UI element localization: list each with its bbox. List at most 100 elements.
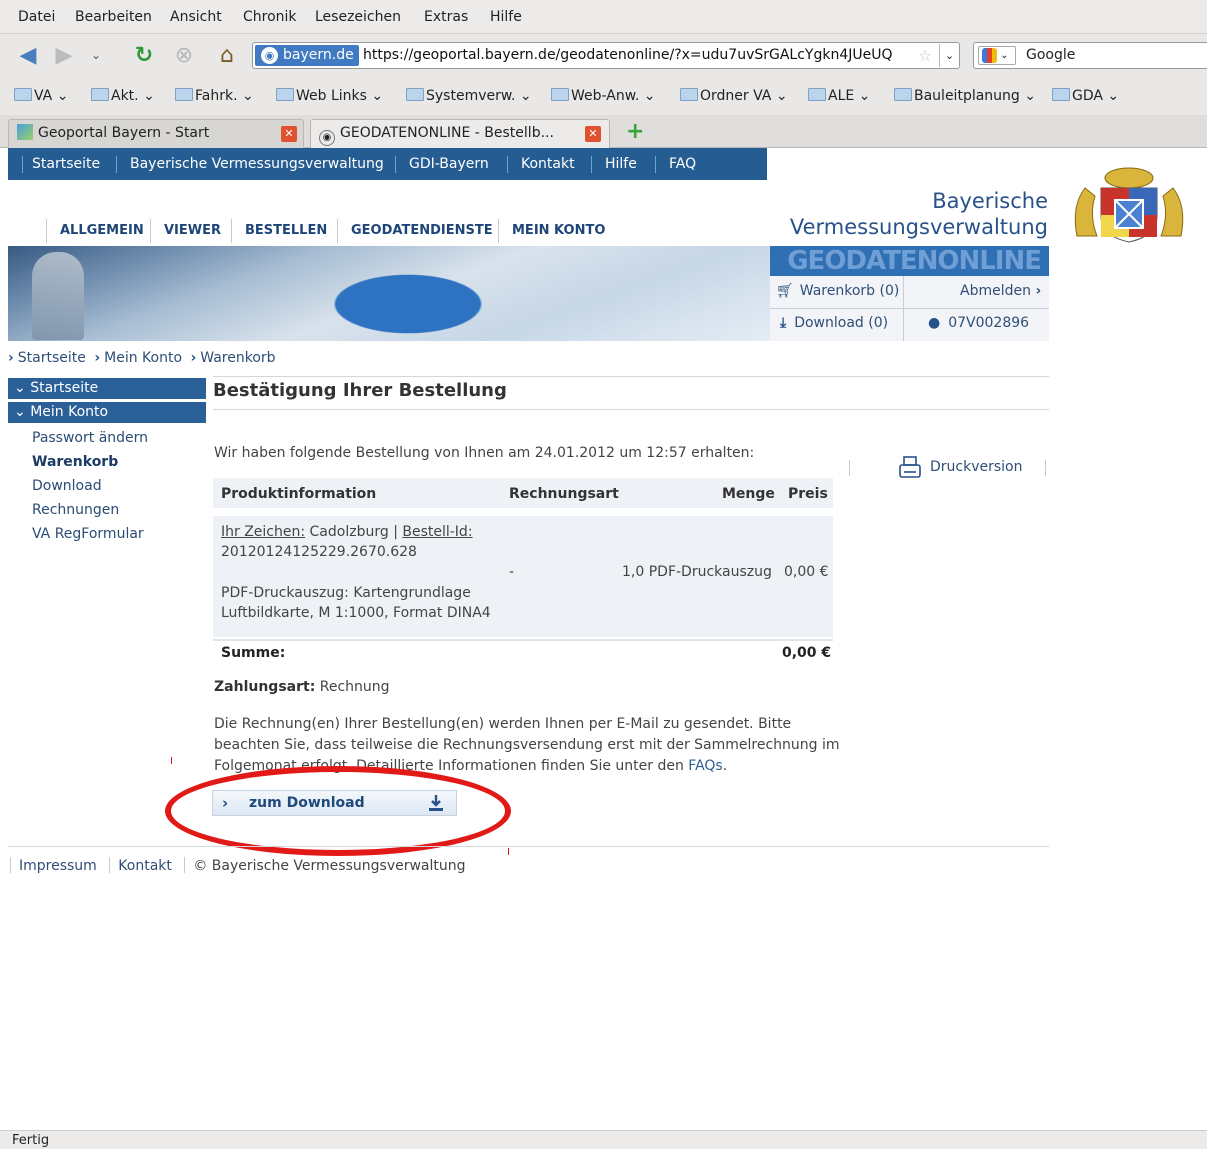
top-navigation: Startseite Bayerische Vermessungsverwalt… xyxy=(8,148,767,180)
bookmark-web-anw[interactable]: Web-Anw. ⌄ xyxy=(551,88,656,104)
bookmark-va[interactable]: VA ⌄ xyxy=(14,88,68,104)
preis-value: 0,00 € xyxy=(784,564,829,580)
user-account[interactable]: ● 07V002896 xyxy=(928,315,1029,331)
back-icon[interactable]: ◀ xyxy=(14,42,42,68)
brand-line-2: Vermessungsverwaltung xyxy=(789,215,1048,239)
invoice-notice: Die Rechnung(en) Ihrer Bestellung(en) we… xyxy=(214,716,840,774)
topnav-hilfe[interactable]: Hilfe xyxy=(605,156,637,172)
download-link[interactable]: ⤓ Download (0) xyxy=(780,315,888,331)
site-identity-badge[interactable]: ◉ bayern.de xyxy=(255,45,359,66)
topnav-startseite[interactable]: Startseite xyxy=(32,156,100,172)
mainnav-allgemein[interactable]: ALLGEMEIN xyxy=(60,223,144,238)
sidebar-item-va-regformular[interactable]: VA RegFormular xyxy=(8,522,206,546)
topnav-gdi-bayern[interactable]: GDI-Bayern xyxy=(409,156,489,172)
payment-value: Rechnung xyxy=(319,679,390,695)
chevron-right-icon: › xyxy=(8,350,14,366)
mainnav-bestellen[interactable]: BESTELLEN xyxy=(245,223,327,238)
brand-title: Bayerische Vermessungsverwaltung xyxy=(790,188,1048,240)
menu-hilfe[interactable]: Hilfe xyxy=(490,9,522,25)
topnav-faq[interactable]: FAQ xyxy=(669,156,696,172)
footer-kontakt[interactable]: Kontakt xyxy=(118,858,172,874)
bookmark-bauleitplanung[interactable]: Bauleitplanung ⌄ xyxy=(894,88,1036,104)
chevron-right-icon: › xyxy=(1035,283,1042,299)
sidebar-section-startseite[interactable]: ⌄ Startseite xyxy=(8,378,206,399)
search-engine-selector[interactable]: ⌄ xyxy=(978,46,1016,65)
sum-value: 0,00 € xyxy=(782,645,832,661)
topnav-vermessungsverwaltung[interactable]: Bayerische Vermessungsverwaltung xyxy=(130,156,384,172)
sidebar-item-passwort[interactable]: Passwort ändern xyxy=(8,426,206,450)
forward-icon[interactable]: ▶ xyxy=(50,42,78,68)
banner-person-image xyxy=(32,252,84,340)
folder-icon xyxy=(894,88,912,101)
download-icon xyxy=(429,795,443,811)
bestell-id-value: 20120124125229.2670.628 xyxy=(221,544,417,560)
identity-eye-icon: ◉ xyxy=(261,47,278,64)
sidebar-item-download[interactable]: Download xyxy=(8,474,206,498)
mainnav-geodatendienste[interactable]: GEODATENDIENSTE xyxy=(351,223,493,238)
menu-ansicht[interactable]: Ansicht xyxy=(170,9,222,25)
search-box[interactable]: ⌄ Google xyxy=(973,42,1207,69)
brand-line-1: Bayerische xyxy=(932,189,1048,213)
folder-icon xyxy=(14,88,32,101)
menu-datei[interactable]: Datei xyxy=(18,9,55,25)
url-dropdown-icon[interactable]: ⌄ xyxy=(939,44,959,67)
folder-icon xyxy=(91,88,109,101)
product-logo: GEODATENONLINE xyxy=(787,246,1042,276)
rechnungsart-value: - xyxy=(509,564,515,580)
breadcrumb-startseite[interactable]: Startseite xyxy=(18,350,86,366)
close-tab-icon[interactable]: ✕ xyxy=(585,126,601,142)
menu-lesezeichen[interactable]: Lesezeichen xyxy=(315,9,401,25)
bookmark-star-icon[interactable]: ☆ xyxy=(918,46,932,65)
menu-bearbeiten[interactable]: Bearbeiten xyxy=(75,9,152,25)
tab-strip: Geoportal Bayern - Start ✕ ◉ GEODATENONLI… xyxy=(0,115,1207,148)
col-menge: Menge xyxy=(722,486,775,502)
chevron-right-icon: › xyxy=(190,350,197,366)
topnav-kontakt[interactable]: Kontakt xyxy=(521,156,575,172)
bookmark-web-links[interactable]: Web Links ⌄ xyxy=(276,88,383,104)
mainnav-mein-konto[interactable]: MEIN KONTO xyxy=(512,223,605,238)
tab-geoportal-start[interactable]: Geoportal Bayern - Start ✕ xyxy=(8,119,304,148)
table-header: Produktinformation Rechnungsart Menge Pr… xyxy=(213,478,833,510)
stop-icon[interactable]: ⊗ xyxy=(170,42,198,68)
bookmark-gda[interactable]: GDA ⌄ xyxy=(1052,88,1119,104)
close-tab-icon[interactable]: ✕ xyxy=(281,126,297,142)
order-reference: Ihr Zeichen: Cadolzburg | Bestell-Id: xyxy=(221,524,473,540)
sidebar-item-rechnungen[interactable]: Rechnungen xyxy=(8,498,206,522)
order-table: Produktinformation Rechnungsart Menge Pr… xyxy=(213,478,833,669)
chevron-down-icon: ⌄ xyxy=(14,404,31,420)
new-tab-plus-icon[interactable]: + xyxy=(626,119,644,144)
menu-extras[interactable]: Extras xyxy=(424,9,468,25)
footer-copyright: © Bayerische Vermessungsverwaltung xyxy=(193,858,466,874)
bookmark-systemverw[interactable]: Systemverw. ⌄ xyxy=(406,88,532,104)
faq-link[interactable]: FAQs xyxy=(688,758,722,774)
bookmark-ale[interactable]: ALE ⌄ xyxy=(808,88,870,104)
sum-row: Summe: 0,00 € xyxy=(213,639,833,669)
history-dropdown-icon[interactable]: ⌄ xyxy=(82,42,110,68)
zum-download-button[interactable]: › zum Download xyxy=(212,790,457,816)
bookmark-ordner-va[interactable]: Ordner VA ⌄ xyxy=(680,88,788,104)
breadcrumb-mein-konto[interactable]: Mein Konto xyxy=(104,350,182,366)
home-icon[interactable]: ⌂ xyxy=(213,42,241,68)
footer-impressum[interactable]: Impressum xyxy=(19,858,97,874)
tab-geodatenonline[interactable]: ◉ GEODATENONLINE - Bestellb... ✕ xyxy=(310,119,610,148)
menu-chronik[interactable]: Chronik xyxy=(243,9,297,25)
mainnav-viewer[interactable]: VIEWER xyxy=(164,223,221,238)
logout-link[interactable]: Abmelden › xyxy=(960,283,1041,299)
bavarian-coat-of-arms-icon xyxy=(1074,167,1184,243)
cart-link[interactable]: 🛒︎ Warenkorb (0) xyxy=(776,283,899,299)
bookmarks-toolbar: VA ⌄ Akt. ⌄ Fahrk. ⌄ Web Links ⌄ Systemv… xyxy=(0,77,1207,115)
folder-icon xyxy=(276,88,294,101)
menu-bar: Datei Bearbeiten Ansicht Chronik Lesezei… xyxy=(0,0,1207,34)
print-version-link[interactable]: Druckversion xyxy=(898,455,1023,479)
search-engine-label: Google xyxy=(1026,47,1076,63)
reload-icon[interactable]: ↻ xyxy=(130,42,158,68)
printer-icon xyxy=(899,456,921,478)
product-description-line-1: PDF-Druckauszug: Kartengrundlage xyxy=(221,585,471,601)
bookmark-akt[interactable]: Akt. ⌄ xyxy=(91,88,155,104)
address-bar[interactable]: ◉ bayern.de https://geoportal.bayern.de/g… xyxy=(252,42,960,69)
folder-icon xyxy=(808,88,826,101)
sidebar-section-mein-konto[interactable]: ⌄ Mein Konto xyxy=(8,402,206,423)
folder-icon xyxy=(1052,88,1070,101)
bookmark-fahrk[interactable]: Fahrk. ⌄ xyxy=(175,88,254,104)
sidebar-item-warenkorb[interactable]: Warenkorb xyxy=(8,450,206,474)
